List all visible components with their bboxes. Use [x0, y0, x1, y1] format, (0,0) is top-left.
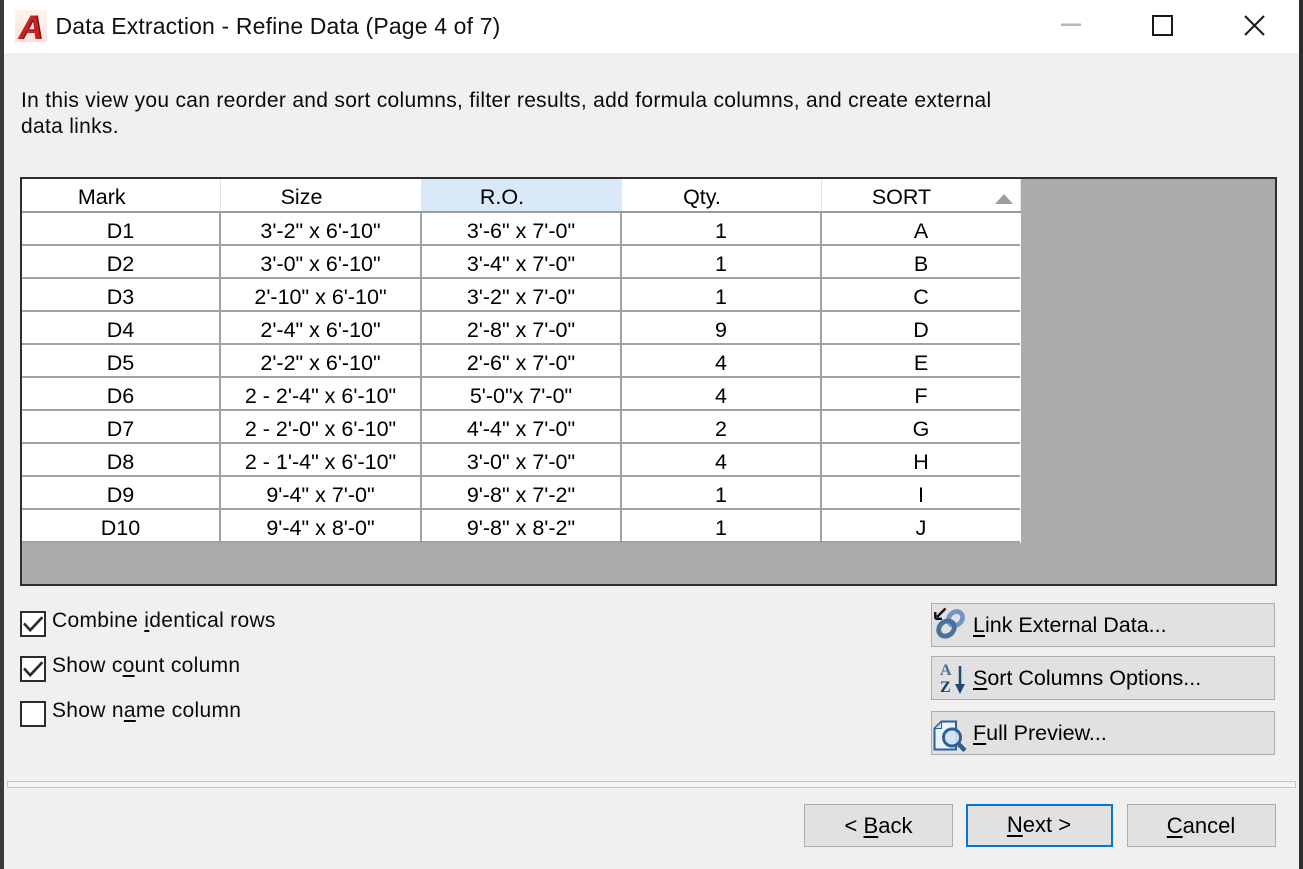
- svg-text:A: A: [17, 10, 43, 42]
- svg-text:Z: Z: [940, 679, 951, 696]
- svg-text:A: A: [940, 662, 952, 679]
